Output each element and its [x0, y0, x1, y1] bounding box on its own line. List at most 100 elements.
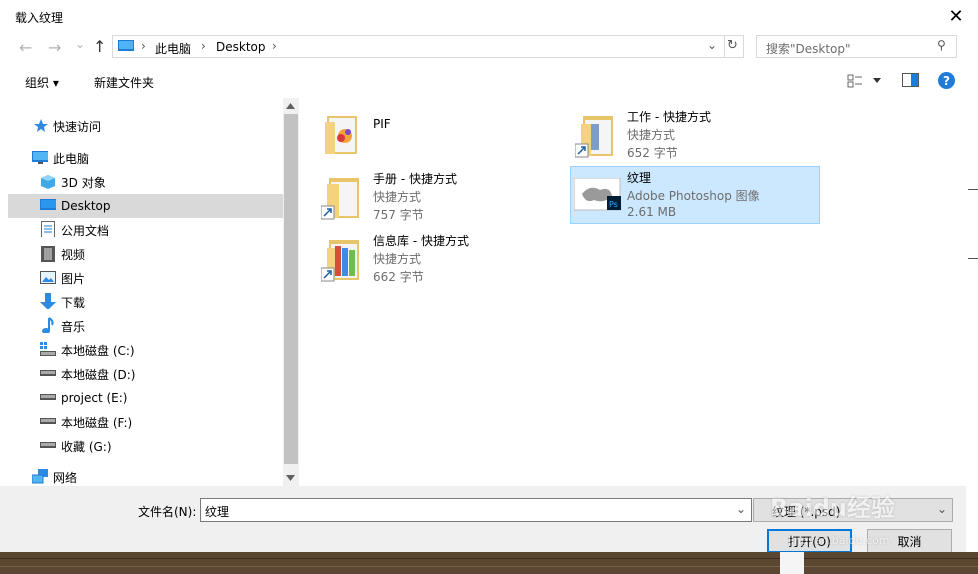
network-icon	[32, 469, 48, 484]
sidebar-item-drive-e[interactable]: project (E:)	[8, 386, 283, 410]
sidebar-item-drive-d[interactable]: 本地磁盘 (D:)	[8, 362, 283, 386]
download-icon	[40, 293, 56, 309]
up-button[interactable]: ↑	[93, 37, 106, 56]
sidebar-item-label: 本地磁盘 (F:)	[61, 415, 133, 430]
picture-icon	[40, 271, 56, 284]
chevron-down-icon[interactable]: ⌄	[736, 502, 746, 516]
drive-icon	[40, 394, 56, 400]
title-bar: 载入纹理 ✕	[0, 0, 966, 32]
view-dropdown-icon[interactable]	[873, 78, 881, 84]
organize-button[interactable]: 组织 ▾	[25, 74, 59, 91]
file-name: 信息库 - 快捷方式	[373, 234, 469, 248]
breadcrumb-desktop[interactable]: Desktop	[216, 40, 266, 54]
forward-button[interactable]: →	[48, 38, 61, 57]
file-name: 工作 - 快捷方式	[627, 110, 711, 124]
file-item-pif[interactable]: PIF	[319, 105, 569, 163]
search-input[interactable]: 搜索"Desktop"	[766, 40, 851, 57]
cancel-button-label: 取消	[897, 534, 922, 549]
sidebar-item-3d-objects[interactable]: 3D 对象	[8, 170, 283, 194]
navigation-pane: 快速访问 此电脑 3D 对象 Desktop 公用文档 视频 图片 下载 音乐 …	[8, 98, 283, 486]
sidebar-item-desktop[interactable]: Desktop	[8, 194, 283, 218]
new-folder-button[interactable]: 新建文件夹	[94, 74, 154, 91]
sidebar-item-this-pc[interactable]: 此电脑	[8, 146, 283, 170]
sidebar-item-label: 图片	[61, 271, 86, 286]
drive-icon	[40, 442, 56, 448]
music-icon	[42, 317, 54, 333]
sidebar-item-label: 公用文档	[61, 223, 110, 238]
search-box[interactable]: 搜索"Desktop" ⚲	[756, 35, 957, 58]
sidebar-item-downloads[interactable]: 下载	[8, 290, 283, 314]
file-size: 662 字节	[373, 270, 424, 284]
background-window-edge	[966, 0, 978, 574]
file-name: 纹理	[627, 171, 652, 185]
watermark-brand: Baidu经验	[770, 494, 895, 522]
file-size: 652 字节	[627, 146, 678, 160]
computer-icon	[118, 40, 134, 51]
breadcrumb-this-pc[interactable]: 此电脑	[155, 40, 191, 57]
sidebar-item-label: project (E:)	[61, 391, 128, 405]
sidebar-item-drive-f[interactable]: 本地磁盘 (F:)	[8, 410, 283, 434]
file-type: 快捷方式	[627, 128, 676, 142]
star-icon	[34, 119, 48, 132]
sidebar-item-public-documents[interactable]: 公用文档	[8, 218, 283, 242]
search-icon: ⚲	[937, 38, 946, 52]
chevron-down-icon: ⌄	[937, 502, 948, 516]
sidebar-item-quick-access[interactable]: 快速访问	[8, 114, 283, 138]
file-item-work-shortcut[interactable]: 工作 - 快捷方式 快捷方式 652 字节	[571, 105, 821, 163]
help-button[interactable]: ?	[938, 72, 955, 89]
folder-shortcut-icon	[321, 240, 359, 282]
filename-input[interactable]: 纹理 ⌄	[200, 498, 752, 522]
breadcrumb-separator[interactable]: ›	[272, 39, 277, 53]
sidebar-item-videos[interactable]: 视频	[8, 242, 283, 266]
refresh-icon: ↻	[727, 38, 738, 53]
file-item-manual-shortcut[interactable]: 手册 - 快捷方式 快捷方式 757 字节	[319, 167, 569, 225]
sidebar-item-drive-c[interactable]: 本地磁盘 (C:)	[8, 338, 283, 362]
back-button[interactable]: ←	[19, 38, 32, 57]
drive-icon	[40, 418, 56, 424]
sidebar-item-label: 网络	[53, 470, 78, 485]
sidebar-item-drive-g[interactable]: 收藏 (G:)	[8, 434, 283, 458]
file-type: Adobe Photoshop 图像	[627, 189, 760, 203]
desktop-icon	[40, 199, 56, 210]
computer-icon	[32, 151, 48, 164]
close-icon: ✕	[948, 5, 964, 27]
recent-locations-button[interactable]: ⌄	[75, 37, 85, 51]
address-dropdown-button[interactable]: ⌄	[707, 38, 717, 52]
filename-label: 文件名(N):	[138, 505, 197, 519]
document-icon	[41, 221, 55, 237]
scroll-up-icon[interactable]	[286, 103, 295, 109]
window-title: 载入纹理	[15, 11, 64, 25]
file-name: 手册 - 快捷方式	[373, 172, 457, 186]
background-texture-strip	[0, 552, 978, 574]
scroll-down-icon[interactable]	[286, 475, 295, 481]
sidebar-item-music[interactable]: 音乐	[8, 314, 283, 338]
preview-pane-icon[interactable]	[902, 73, 919, 87]
drive-icon	[40, 342, 56, 356]
drive-icon	[40, 370, 56, 376]
svg-text:Ps: Ps	[609, 200, 618, 209]
address-bar[interactable]: › 此电脑 › Desktop › ⌄ ↻	[112, 35, 744, 58]
file-item-texture[interactable]: Ps 纹理 Adobe Photoshop 图像 2.61 MB	[570, 166, 820, 224]
file-size: 757 字节	[373, 208, 424, 222]
cube-icon	[41, 175, 55, 189]
sidebar-item-label: 视频	[61, 247, 86, 262]
sidebar-item-label: Desktop	[61, 199, 111, 213]
chevron-down-icon: ⌄	[707, 38, 718, 52]
up-arrow-icon: ↑	[93, 37, 107, 56]
divider	[724, 36, 725, 57]
help-icon: ?	[943, 73, 950, 88]
back-arrow-icon: ←	[19, 38, 33, 57]
sidebar-item-label: 收藏 (G:)	[61, 439, 112, 454]
sidebar-item-label: 本地磁盘 (C:)	[61, 343, 135, 358]
sidebar-item-pictures[interactable]: 图片	[8, 266, 283, 290]
folder-shortcut-icon	[575, 116, 613, 158]
file-list: PIF 工作 - 快捷方式 快捷方式 652 字节 手册 - 快捷方式 快捷方式…	[299, 98, 966, 486]
sidebar-item-label: 音乐	[61, 319, 86, 334]
scrollbar-thumb[interactable]	[284, 114, 298, 464]
file-item-library-shortcut[interactable]: 信息库 - 快捷方式 快捷方式 662 字节	[319, 229, 569, 287]
refresh-button[interactable]: ↻	[727, 38, 738, 53]
view-options-icon[interactable]	[847, 73, 863, 89]
sidebar-item-label: 下载	[61, 295, 86, 310]
chevron-down-icon: ⌄	[75, 37, 86, 51]
file-dialog-footer: 文件名(N): 纹理 ⌄ 纹理 (*.psd) ⌄ 打开(O) 取消 Baidu…	[0, 486, 966, 553]
